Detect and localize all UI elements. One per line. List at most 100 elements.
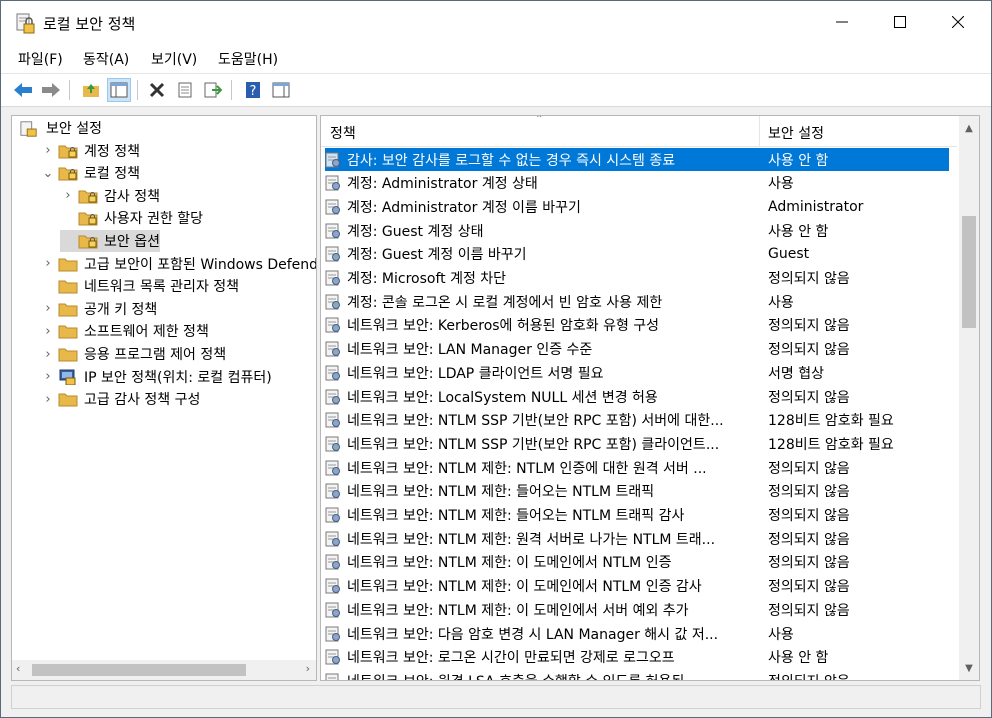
- policy-name: 계정: Administrator 계정 이름 바꾸기: [347, 199, 581, 216]
- expand-chevron-icon[interactable]: ›: [40, 256, 56, 272]
- tree-item-label: 감사 정책: [104, 188, 160, 205]
- policy-icon: [325, 436, 341, 452]
- policy-row[interactable]: 감사: 보안 감사를 로그할 수 없는 경우 즉시 시스템 종료 사용 안 함: [325, 148, 949, 171]
- policy-row[interactable]: 네트워크 보안: NTLM 제한: NTLM 인증에 대한 원격 서버 ... 정…: [325, 456, 949, 479]
- security-settings-icon: [20, 120, 40, 137]
- policy-row[interactable]: 네트워크 보안: LocalSystem NULL 세션 변경 허용 정의되지 않…: [325, 385, 949, 408]
- policy-setting: 사용: [768, 294, 794, 311]
- policy-row[interactable]: 계정: Microsoft 계정 차단 정의되지 않음: [325, 267, 949, 290]
- tree-item[interactable]: 사용자 권한 할당: [60, 207, 203, 229]
- scroll-right-icon[interactable]: ›: [306, 662, 310, 675]
- forward-button[interactable]: [39, 78, 63, 102]
- policy-row[interactable]: 네트워크 보안: NTLM SSP 기반(보안 RPC 포함) 클라이언트...…: [325, 432, 949, 455]
- menu-view[interactable]: 보기(V): [151, 49, 197, 69]
- show-hide-console-tree-button[interactable]: [107, 78, 131, 102]
- locked-folder-icon: [78, 188, 98, 204]
- policy-row[interactable]: 네트워크 보안: NTLM 제한: 이 도메인에서 서버 예외 추가 정의되지 않…: [325, 598, 949, 621]
- policy-row[interactable]: 네트워크 보안: LDAP 클라이언트 서명 필요 서명 협상: [325, 361, 949, 384]
- policy-row[interactable]: 네트워크 보안: 다음 암호 변경 시 LAN Manager 해시 값 저..…: [325, 622, 949, 645]
- column-header-setting[interactable]: 보안 설정: [768, 123, 824, 143]
- policy-name: 네트워크 보안: LocalSystem NULL 세션 변경 허용: [347, 389, 658, 406]
- policy-row[interactable]: 네트워크 보안: 원격 LSA 호출을 수행할 수 있도록 허용된 ... 정의되…: [325, 669, 949, 680]
- column-divider[interactable]: [759, 116, 760, 146]
- tree-item[interactable]: › IP 보안 정책(위치: 로컬 컴퓨터): [40, 366, 272, 388]
- close-button[interactable]: [929, 1, 987, 43]
- policy-row[interactable]: 계정: Guest 계정 이름 바꾸기 Guest: [325, 243, 949, 266]
- show-hide-action-pane-button[interactable]: [269, 78, 293, 102]
- policy-row[interactable]: 계정: 콘솔 로그온 시 로컬 계정에서 빈 암호 사용 제한 사용: [325, 290, 949, 313]
- policy-setting: 정의되지 않음: [768, 389, 850, 406]
- tree-item[interactable]: › 소프트웨어 제한 정책: [40, 320, 208, 342]
- scroll-up-icon[interactable]: ▲: [959, 118, 979, 138]
- tree-horizontal-scrollbar[interactable]: ‹ ›: [12, 660, 316, 680]
- policy-setting: 정의되지 않음: [768, 531, 850, 548]
- minimize-button[interactable]: [813, 1, 871, 43]
- policy-row[interactable]: 네트워크 보안: NTLM 제한: 이 도메인에서 NTLM 인증 정의되지 않음: [325, 551, 949, 574]
- expand-chevron-icon[interactable]: ›: [40, 323, 56, 339]
- policy-row[interactable]: 네트워크 보안: NTLM 제한: 들어오는 NTLM 트래픽 감사 정의되지 않…: [325, 504, 949, 527]
- tree-item[interactable]: ⌄ 로컬 정책: [40, 162, 140, 184]
- toolbar-separator: [231, 80, 232, 100]
- column-header-policy[interactable]: 정책: [330, 123, 356, 143]
- tree-item[interactable]: › 고급 보안이 포함된 Windows Defender: [40, 253, 317, 275]
- policy-icon: [325, 365, 341, 381]
- help-icon: ?: [246, 82, 260, 99]
- console-tree[interactable]: 보안 설정 › 계정 정책 ⌄ 로컬 정책 › 감사 정책 사용자 권한 할당 보안 옵션 › 고급…: [11, 115, 317, 681]
- policy-icon: [325, 602, 341, 618]
- menu-help[interactable]: 도움말(H): [218, 49, 278, 69]
- title-bar[interactable]: 로컬 보안 정책: [1, 1, 991, 43]
- properties-button[interactable]: [173, 78, 197, 102]
- expand-chevron-icon[interactable]: ›: [40, 391, 56, 407]
- scroll-thumb[interactable]: [32, 664, 246, 676]
- export-list-icon: [204, 82, 222, 98]
- export-list-button[interactable]: [201, 78, 225, 102]
- policy-row[interactable]: 네트워크 보안: NTLM 제한: 들어오는 NTLM 트래픽 정의되지 않음: [325, 480, 949, 503]
- policy-row[interactable]: 네트워크 보안: NTLM SSP 기반(보안 RPC 포함) 서버에 대한..…: [325, 409, 949, 432]
- expand-chevron-icon[interactable]: ›: [40, 369, 56, 385]
- policy-row[interactable]: 계정: Administrator 계정 상태 사용: [325, 172, 949, 195]
- up-one-level-button[interactable]: [79, 78, 103, 102]
- policy-row[interactable]: 네트워크 보안: Kerberos에 허용된 암호화 유형 구성 정의되지 않음: [325, 314, 949, 337]
- collapse-chevron-icon[interactable]: ⌄: [40, 165, 56, 181]
- scroll-down-icon[interactable]: ▼: [959, 658, 979, 678]
- scroll-thumb[interactable]: [962, 216, 976, 328]
- tree-item[interactable]: 보안 옵션: [60, 230, 160, 252]
- policy-name: 네트워크 보안: 로그온 시간이 만료되면 강제로 로그오프: [347, 650, 675, 667]
- list-vertical-scrollbar[interactable]: ▲ ▼: [959, 116, 979, 680]
- policy-name: 네트워크 보안: 다음 암호 변경 시 LAN Manager 해시 값 저..…: [347, 626, 719, 643]
- policy-icon: [325, 412, 341, 428]
- expand-chevron-icon[interactable]: ›: [60, 188, 76, 204]
- policy-row[interactable]: 계정: Guest 계정 상태 사용 안 함: [325, 219, 949, 242]
- expand-chevron-icon[interactable]: ›: [40, 346, 56, 362]
- tree-item-label: IP 보안 정책(위치: 로컬 컴퓨터): [84, 369, 272, 386]
- menu-file[interactable]: 파일(F): [18, 49, 63, 69]
- back-button[interactable]: [11, 78, 35, 102]
- tree-item-label: 사용자 권한 할당: [104, 211, 204, 228]
- expand-chevron-icon[interactable]: ›: [40, 301, 56, 317]
- maximize-button[interactable]: [871, 1, 929, 43]
- policy-row[interactable]: 네트워크 보안: 로그온 시간이 만료되면 강제로 로그오프 사용 안 함: [325, 646, 949, 669]
- tree-item[interactable]: › 계정 정책: [40, 140, 140, 162]
- tree-item[interactable]: 네트워크 목록 관리자 정책: [40, 275, 239, 297]
- policy-row[interactable]: 네트워크 보안: LAN Manager 인증 수준 정의되지 않음: [325, 338, 949, 361]
- list-header: 정책 ⌃ 보안 설정: [321, 116, 957, 147]
- tree-item[interactable]: › 고급 감사 정책 구성: [40, 388, 200, 410]
- policy-setting: 정의되지 않음: [768, 484, 850, 501]
- help-button[interactable]: ?: [241, 78, 265, 102]
- policy-list-pane[interactable]: 정책 ⌃ 보안 설정 감사: 보안 감사를 로그할 수 없는 경우 즉시 시스템…: [320, 115, 980, 681]
- policy-row[interactable]: 네트워크 보안: NTLM 제한: 원격 서버로 나가는 NTLM 트래... 정…: [325, 527, 949, 550]
- tree-item[interactable]: › 감사 정책: [60, 185, 160, 207]
- tree-item[interactable]: › 응용 프로그램 제어 정책: [40, 343, 226, 365]
- policy-icon: [325, 152, 341, 168]
- menu-action[interactable]: 동작(A): [83, 49, 129, 69]
- folder-icon: [58, 278, 78, 294]
- expand-chevron-icon[interactable]: ›: [40, 143, 56, 159]
- tree-item[interactable]: › 공개 키 정책: [40, 298, 157, 320]
- policy-name: 계정: Administrator 계정 상태: [347, 176, 538, 193]
- policy-row[interactable]: 계정: Administrator 계정 이름 바꾸기 Administrator: [325, 195, 949, 218]
- policy-row[interactable]: 네트워크 보안: NTLM 제한: 이 도메인에서 NTLM 인증 감사 정의되지…: [325, 575, 949, 598]
- scroll-left-icon[interactable]: ‹: [16, 662, 20, 675]
- tree-item-label: 고급 보안이 포함된 Windows Defender: [84, 256, 317, 273]
- delete-button[interactable]: [145, 78, 169, 102]
- tree-item[interactable]: 보안 설정: [20, 117, 102, 139]
